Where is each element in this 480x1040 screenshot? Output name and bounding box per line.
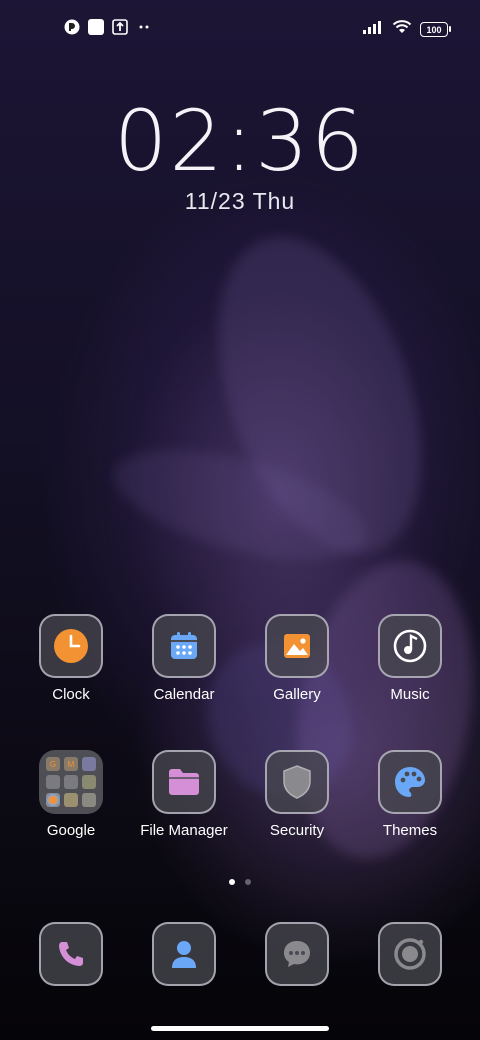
app-music[interactable]: Music (354, 614, 466, 703)
app-label: Music (390, 686, 430, 703)
dock-phone[interactable] (15, 922, 127, 986)
app-label: Clock (52, 686, 90, 703)
dock-contacts[interactable] (128, 922, 240, 986)
more-dots-icon (136, 19, 152, 35)
palette-icon[interactable] (378, 750, 442, 814)
mini-app-icon (64, 775, 78, 789)
battery-indicator: 100 (420, 22, 451, 37)
folder-google[interactable]: G M Google (15, 750, 127, 839)
app-themes[interactable]: Themes (354, 750, 466, 839)
app-notification-icon (64, 19, 80, 35)
mini-app-icon (46, 793, 60, 807)
clock-icon[interactable] (39, 614, 103, 678)
dock-messages[interactable] (241, 922, 353, 986)
status-bar: 100 (0, 0, 480, 56)
app-label: Google (46, 822, 96, 839)
wifi-icon (392, 19, 412, 40)
app-label: Security (269, 822, 325, 839)
page-indicator[interactable] (0, 879, 480, 885)
messages-icon[interactable] (265, 922, 329, 986)
app-gallery[interactable]: Gallery (241, 614, 353, 703)
system-icons: 100 (362, 19, 451, 40)
music-icon[interactable] (378, 614, 442, 678)
page-dot-active[interactable] (229, 879, 235, 885)
contacts-icon[interactable] (152, 922, 216, 986)
mini-app-icon: G (46, 757, 60, 771)
shield-icon[interactable] (265, 750, 329, 814)
app-label: Themes (382, 822, 438, 839)
notification-icons (64, 19, 152, 35)
app-label: File Manager (140, 822, 228, 839)
mini-app-icon (82, 757, 96, 771)
signal-icon (362, 20, 384, 39)
mini-app-icon (82, 775, 96, 789)
app-calendar[interactable]: Calendar (128, 614, 240, 703)
google-folder-icon[interactable]: G M (39, 750, 103, 814)
page-dot[interactable] (245, 879, 251, 885)
app-label: Calendar (153, 686, 215, 703)
app-label: Gallery (273, 686, 321, 703)
gallery-icon[interactable] (265, 614, 329, 678)
phone-icon[interactable] (39, 922, 103, 986)
home-gesture-bar[interactable] (151, 1026, 329, 1031)
folder-icon[interactable] (152, 750, 216, 814)
clock-time[interactable]: 02:36 (0, 92, 480, 190)
mini-app-icon: M (64, 757, 78, 771)
calendar-icon[interactable] (152, 614, 216, 678)
square-notification-icon (88, 19, 104, 35)
app-security[interactable]: Security (241, 750, 353, 839)
mini-app-icon (64, 793, 78, 807)
app-clock[interactable]: Clock (15, 614, 127, 703)
mini-app-icon (82, 793, 96, 807)
app-file-manager[interactable]: File Manager (128, 750, 240, 839)
dock-camera[interactable] (354, 922, 466, 986)
mini-app-icon (46, 775, 60, 789)
camera-icon[interactable] (378, 922, 442, 986)
upload-icon (112, 19, 128, 35)
clock-date[interactable]: 11/23 Thu (0, 188, 480, 215)
